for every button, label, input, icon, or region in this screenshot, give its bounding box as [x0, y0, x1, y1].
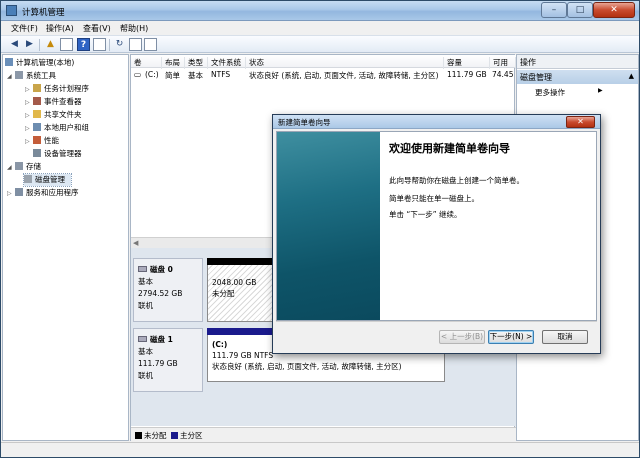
title-bar: 计算机管理 – □ ✕ [1, 1, 639, 21]
dialog-close-button[interactable]: ✕ [566, 116, 595, 128]
dialog-button-bar: < 上一步(B) 下一步(N) > 取消 [276, 321, 597, 351]
free-cell: 74.45 [492, 70, 514, 79]
primary-swatch [171, 432, 178, 439]
tree-item-shared-folders[interactable]: ▷ 共享文件夹 [25, 109, 82, 121]
status-bar [1, 442, 639, 457]
disk-0-unallocated-partition[interactable]: 2048.00 GB 未分配 [207, 258, 282, 322]
col-type[interactable]: 类型 [185, 57, 208, 69]
wizard-text-2: 简单卷只能在单一磁盘上。 [389, 194, 479, 203]
tree-item-computer-management[interactable]: 计算机管理(本地) [5, 57, 74, 69]
minimize-button[interactable]: – [541, 2, 567, 18]
layout-cell: 简单 [165, 71, 180, 80]
console-tree: 计算机管理(本地) ◢ 系统工具 ▷ 任务计划程序 ▷ 事件查看器 ▷ 共享文件夹 ▷ 本… [2, 54, 129, 441]
disk-icon [24, 175, 32, 183]
tree-item-performance[interactable]: ▷ 性能 [25, 135, 59, 147]
maximize-button[interactable]: □ [567, 2, 593, 18]
legend: 未分配 主分区 [131, 427, 516, 441]
tree-item-storage[interactable]: ◢ 存储 [7, 161, 41, 173]
tree-item-event-viewer[interactable]: ▷ 事件查看器 [25, 96, 82, 108]
actions-section-disk-management[interactable]: 磁盘管理 ▲ [517, 70, 638, 84]
menu-help[interactable]: 帮助(H) [120, 23, 148, 34]
device-icon [33, 149, 41, 157]
col-status[interactable]: 状态 [246, 57, 444, 69]
window-title: 计算机管理 [22, 8, 65, 18]
clock-icon [33, 84, 41, 92]
more-actions-link[interactable]: 更多操作 ▶ [535, 87, 603, 98]
tree-item-disk-management[interactable]: 磁盘管理 [23, 173, 72, 187]
volume-icon: ▭ [134, 70, 142, 79]
dialog-body: 欢迎使用新建简单卷向导 此向导帮助你在磁盘上创建一个简单卷。 简单卷只能在单一磁… [276, 131, 597, 321]
disk-1-label[interactable]: 磁盘 1 基本 111.79 GB 联机 [133, 328, 203, 392]
volume-cell: (C:) [145, 70, 159, 79]
capacity-cell: 111.79 GB [447, 70, 487, 79]
help-icon[interactable]: ? [77, 38, 90, 51]
toolbar: ◀ ▶ ▲ ? ↻ [1, 35, 639, 53]
performance-icon [33, 136, 41, 144]
legend-unallocated: 未分配 [144, 431, 167, 440]
volume-list-header: 卷 布局 类型 文件系统 状态 容量 可用 [131, 55, 516, 69]
show-hide-tree-icon[interactable] [60, 38, 73, 51]
folder-icon [33, 110, 41, 118]
properties-icon[interactable] [93, 38, 106, 51]
dialog-title-bar: 新建简单卷向导 ✕ [273, 115, 600, 129]
back-arrow-icon[interactable]: ◀ [8, 38, 21, 51]
computer-icon [5, 58, 13, 66]
close-button[interactable]: ✕ [593, 2, 635, 18]
up-folder-icon[interactable]: ▲ [44, 38, 57, 51]
menu-bar: 文件(F) 操作(A) 查看(V) 帮助(H) [1, 21, 639, 35]
col-free[interactable]: 可用 [490, 57, 516, 69]
scroll-left-icon[interactable]: ◀ [133, 239, 138, 247]
collapse-up-icon[interactable]: ▲ [629, 72, 634, 80]
back-button[interactable]: < 上一步(B) [439, 330, 485, 344]
tools-icon [15, 71, 23, 79]
table-row[interactable]: ▭ (C:) 简单 基本 NTFS 状态良好 (系统, 启动, 页面文件, 活动… [131, 69, 516, 81]
wizard-heading: 欢迎使用新建简单卷向导 [389, 142, 510, 155]
storage-icon [15, 162, 23, 170]
next-button[interactable]: 下一步(N) > [488, 330, 534, 344]
forward-arrow-icon[interactable]: ▶ [23, 38, 36, 51]
actions-header: 操作 [517, 55, 638, 69]
wizard-banner [277, 132, 380, 320]
menu-file[interactable]: 文件(F) [11, 23, 38, 34]
services-icon [15, 188, 23, 196]
chevron-right-icon: ▶ [598, 87, 603, 94]
status-cell: 状态良好 (系统, 启动, 页面文件, 活动, 故障转储, 主分区) [249, 71, 439, 80]
disk-icon [138, 336, 147, 342]
menu-action[interactable]: 操作(A) [46, 23, 74, 34]
col-capacity[interactable]: 容量 [444, 57, 490, 69]
col-layout[interactable]: 布局 [162, 57, 185, 69]
tree-item-system-tools[interactable]: ◢ 系统工具 [7, 70, 56, 82]
unallocated-swatch [135, 432, 142, 439]
col-volume[interactable]: 卷 [131, 57, 162, 69]
settings-icon[interactable] [144, 38, 157, 51]
wizard-text-3: 单击 “下一步” 继续。 [389, 210, 462, 219]
tree-item-local-users[interactable]: ▷ 本地用户和组 [25, 122, 89, 134]
disk-0-label[interactable]: 磁盘 0 基本 2794.52 GB 联机 [133, 258, 203, 322]
new-simple-volume-wizard: 新建简单卷向导 ✕ 欢迎使用新建简单卷向导 此向导帮助你在磁盘上创建一个简单卷。… [272, 114, 601, 354]
dialog-title: 新建简单卷向导 [278, 118, 331, 127]
type-cell: 基本 [188, 71, 203, 80]
tree-item-services[interactable]: ▷ 服务和应用程序 [7, 187, 79, 199]
tree-item-device-manager[interactable]: 设备管理器 [33, 148, 82, 160]
menu-view[interactable]: 查看(V) [83, 23, 111, 34]
wizard-text-1: 此向导帮助你在磁盘上创建一个简单卷。 [389, 176, 524, 185]
export-list-icon[interactable] [129, 38, 142, 51]
disk-icon [138, 266, 147, 272]
computer-management-icon [6, 5, 17, 16]
users-icon [33, 123, 41, 131]
event-icon [33, 97, 41, 105]
cancel-button[interactable]: 取消 [542, 330, 588, 344]
tree-item-task-scheduler[interactable]: ▷ 任务计划程序 [25, 83, 89, 95]
filesystem-cell: NTFS [211, 70, 231, 79]
col-filesystem[interactable]: 文件系统 [208, 57, 246, 69]
legend-primary: 主分区 [180, 431, 203, 440]
refresh-icon[interactable]: ↻ [113, 38, 126, 51]
